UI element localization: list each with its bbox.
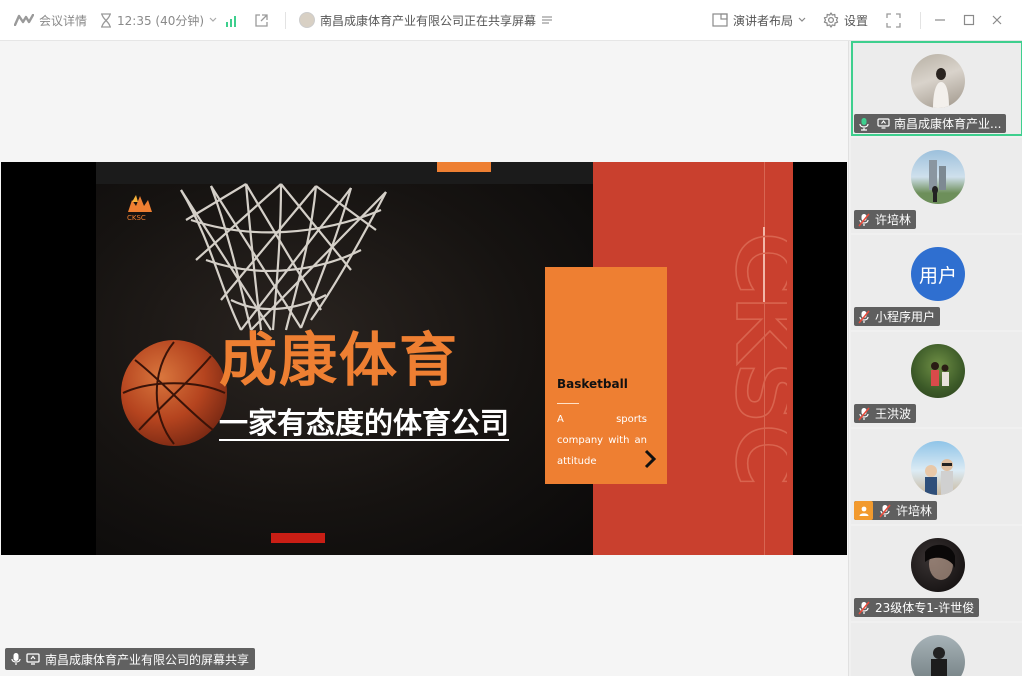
- toolbar-divider: [285, 12, 286, 29]
- fullscreen-icon[interactable]: [886, 0, 901, 41]
- participant-name: 许培林: [896, 504, 933, 518]
- sharing-menu-icon[interactable]: [541, 14, 553, 26]
- settings-button[interactable]: 设置: [823, 0, 868, 41]
- layout-button[interactable]: 演讲者布局: [712, 0, 806, 41]
- participant-label: 南昌成康体育产业...: [854, 114, 1007, 133]
- mic-muted-icon: [856, 309, 872, 325]
- card-divider: [557, 403, 579, 404]
- screen-share-icon: [875, 116, 891, 132]
- settings-label: 设置: [844, 13, 869, 28]
- basketball-net-icon: [180, 183, 387, 331]
- avatar: 用户: [911, 247, 965, 301]
- toolbar-divider: [920, 12, 921, 29]
- gear-icon: [823, 12, 839, 28]
- sharing-status[interactable]: 南昌成康体育产业有限公司正在共享屏幕: [299, 0, 553, 41]
- participant-label: 小程序用户: [854, 307, 941, 326]
- screen-share-label: 南昌成康体育产业有限公司的屏幕共享: [5, 648, 256, 670]
- participant-name: 南昌成康体育产业...: [894, 117, 1002, 131]
- slide-subline: 一家有态度的体育公司: [219, 406, 510, 440]
- avatar: [911, 635, 965, 676]
- meeting-details-label: 会议详情: [39, 13, 88, 28]
- host-user-icon: [854, 501, 873, 520]
- logo-text: CKSC: [127, 214, 146, 222]
- participant-tile[interactable]: 南昌成康体育产业...: [851, 41, 1022, 136]
- participant-label: 许培林: [854, 210, 917, 229]
- participant-name: 小程序用户: [875, 310, 936, 324]
- top-toolbar: 会议详情 12:35 (40分钟) 南昌成康体育产业有限公司正在共享屏幕 演讲者…: [0, 0, 1022, 41]
- shared-screen-stage[interactable]: CKSC CKSC 成康体育 一家有态度的体育公司 Basketball A s…: [0, 41, 848, 676]
- network-signal-icon[interactable]: [225, 0, 239, 41]
- card-text: A sports company with an attitude: [557, 414, 647, 467]
- avatar: [911, 538, 965, 592]
- mic-muted-icon: [856, 406, 872, 422]
- mic-muted-icon: [856, 600, 872, 616]
- participant-tile[interactable]: 许培林: [851, 429, 1022, 524]
- participant-name: 23级体专1-许世俊: [875, 601, 975, 615]
- avatar: [911, 150, 965, 204]
- meeting-details-button[interactable]: 会议详情: [14, 0, 87, 41]
- meeting-timer[interactable]: 12:35 (40分钟): [100, 0, 217, 41]
- layout-icon: [712, 13, 728, 27]
- card-title: Basketball: [557, 377, 628, 391]
- layout-label: 演讲者布局: [733, 13, 794, 28]
- participant-tile[interactable]: 王洪波: [851, 332, 1022, 427]
- popout-icon[interactable]: [254, 0, 269, 41]
- participant-name: 许培林: [875, 213, 912, 227]
- shared-slide: CKSC CKSC 成康体育 一家有态度的体育公司 Basketball A s…: [1, 162, 847, 555]
- screen-share-icon: [26, 653, 40, 665]
- mic-muted-icon: [877, 503, 893, 519]
- participant-label: 23级体专1-许世俊: [854, 598, 980, 617]
- sharing-status-label: 南昌成康体育产业有限公司正在共享屏幕: [320, 13, 537, 28]
- participant-tile[interactable]: 23级体专1-许世俊: [851, 526, 1022, 621]
- mic-muted-icon: [856, 212, 872, 228]
- screen-share-label-text: 南昌成康体育产业有限公司的屏幕共享: [45, 652, 250, 667]
- avatar: [911, 344, 965, 398]
- participant-tile[interactable]: [851, 623, 1022, 676]
- chevron-right-icon: [644, 449, 657, 469]
- minimize-icon[interactable]: [934, 0, 946, 41]
- close-icon[interactable]: [991, 0, 1003, 41]
- slide-orange-accent: [437, 162, 491, 172]
- ghost-watermark-text: CKSC: [716, 232, 787, 487]
- participant-label: 许培林: [854, 501, 938, 520]
- microphone-icon: [11, 653, 21, 665]
- avatar: [911, 441, 965, 495]
- participant-name: 王洪波: [875, 407, 912, 421]
- maximize-icon[interactable]: [963, 0, 975, 41]
- sharer-avatar: [299, 12, 315, 28]
- participant-tile[interactable]: 用户 小程序用户: [851, 235, 1022, 330]
- avatar: [911, 54, 965, 108]
- chevron-down-icon: [209, 17, 217, 22]
- timer-label: 12:35 (40分钟): [117, 13, 205, 28]
- participant-tile[interactable]: 许培林: [851, 138, 1022, 233]
- basketball-icon: [121, 340, 227, 446]
- cksc-logo-icon: CKSC: [127, 195, 152, 222]
- hourglass-icon: [101, 12, 111, 28]
- slide-red-accent: [271, 533, 325, 543]
- participant-panel[interactable]: 南昌成康体育产业... 许培林 用户 小程序用户 王洪波 许培林 23级体专1-…: [848, 41, 1022, 676]
- chevron-down-icon: [798, 17, 806, 22]
- speaking-mic-icon: [856, 116, 872, 132]
- slide-headline: 成康体育: [219, 326, 460, 394]
- participant-label: 王洪波: [854, 404, 917, 423]
- meeting-logo-icon: [14, 14, 34, 26]
